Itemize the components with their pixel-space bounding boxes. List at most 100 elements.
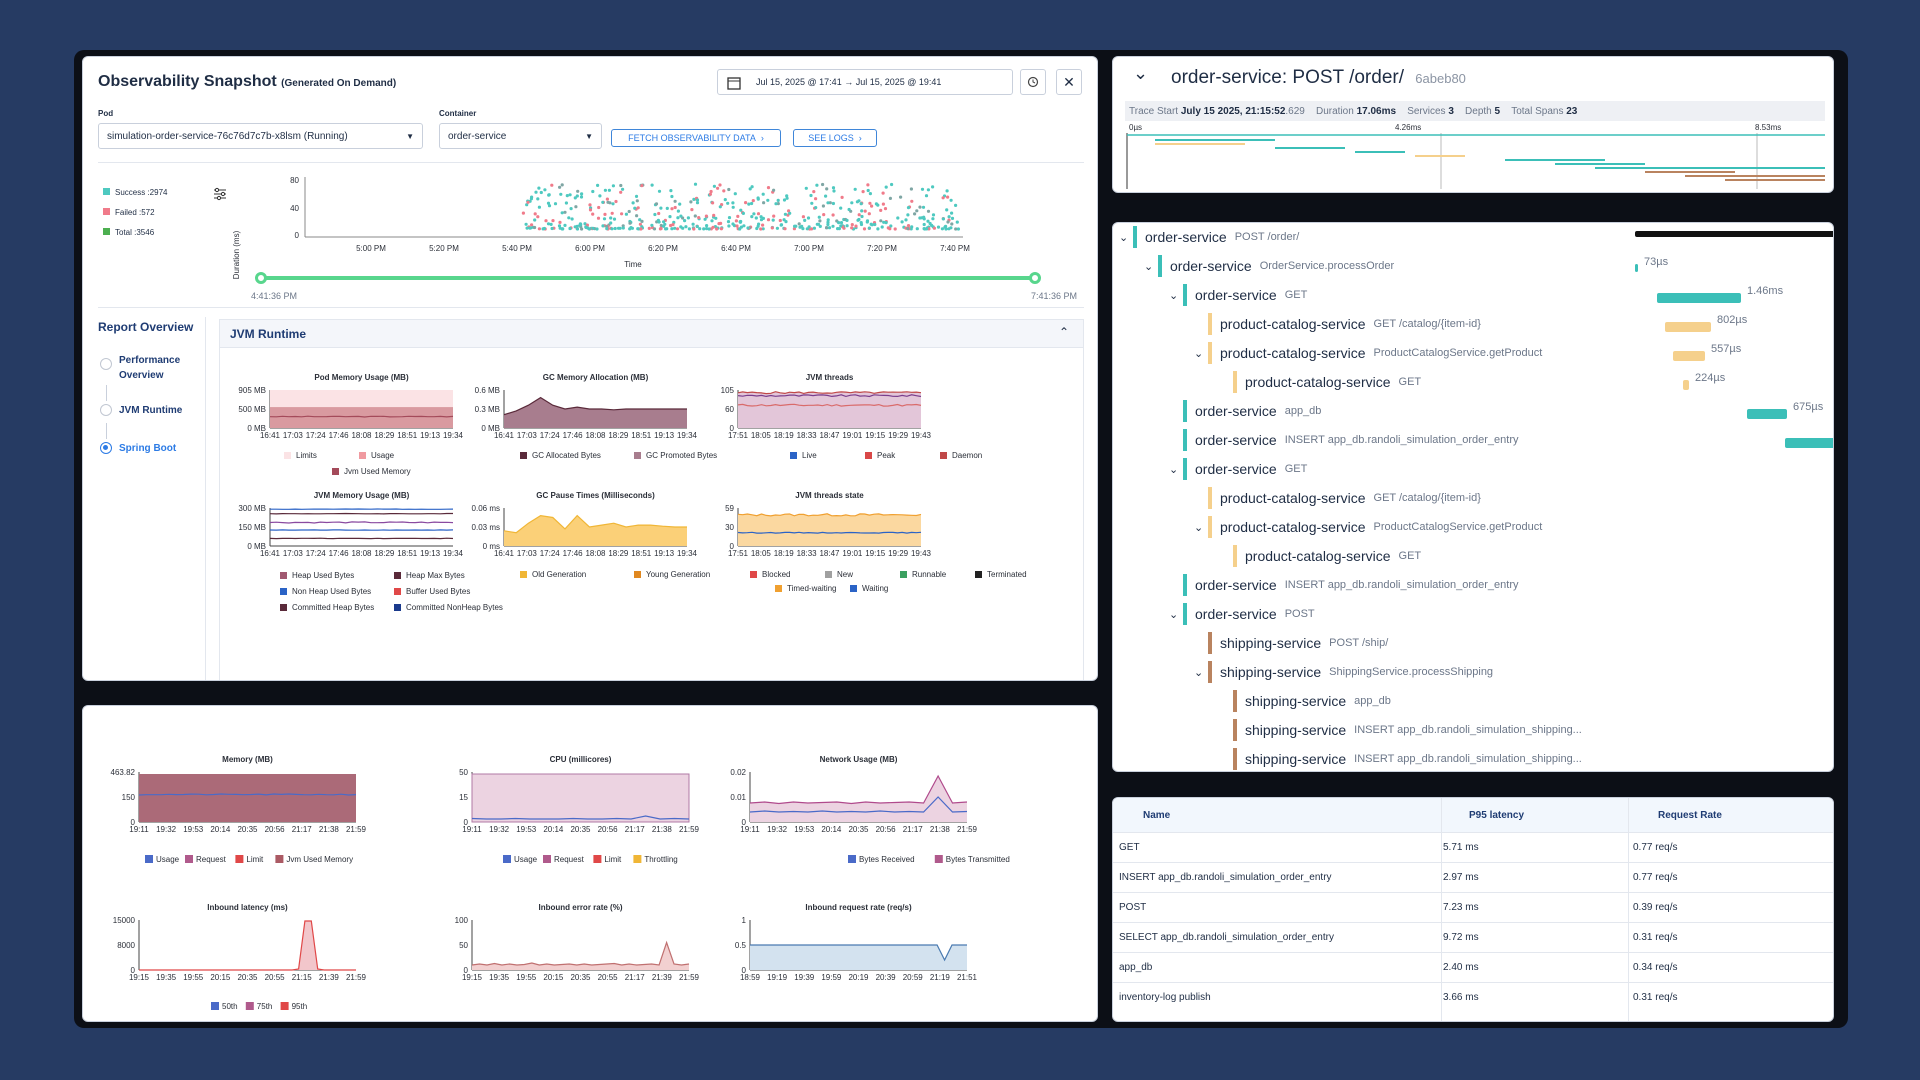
column-header-p95[interactable]: P95 latency [1469, 810, 1524, 821]
scatter-point [839, 224, 843, 228]
x-tick: 19:39 [794, 973, 815, 982]
table-row[interactable]: POST 7.23 ms 0.39 req/s [1113, 892, 1833, 922]
service-color-bar [1233, 371, 1237, 393]
span-duration-bar[interactable] [1673, 351, 1705, 361]
span-row[interactable]: shipping-service INSERT app_db.randoli_si… [1219, 718, 1582, 742]
span-row[interactable]: shipping-service app_db [1219, 689, 1391, 713]
scatter-point [816, 222, 821, 226]
table-row[interactable]: app_db 2.40 ms 0.34 req/s [1113, 952, 1833, 982]
scatter-point [910, 225, 914, 229]
span-row[interactable]: order-service app_db [1169, 399, 1321, 423]
jvm-runtime-header[interactable]: JVM Runtime ⌃ [220, 320, 1083, 348]
scatter-point [798, 225, 802, 229]
span-duration-bar[interactable] [1785, 438, 1833, 448]
history-button[interactable] [1020, 69, 1046, 95]
service-color-bar [1183, 603, 1187, 625]
column-header-name[interactable]: Name [1143, 810, 1170, 821]
scatter-point [619, 183, 623, 188]
legend-swatch [633, 855, 642, 863]
report-nav-label: JVM Runtime [119, 405, 183, 416]
span-row[interactable]: ⌄ product-catalog-service ProductCatalogSe… [1194, 341, 1542, 365]
x-tick: 21:19 [930, 973, 951, 982]
span-row[interactable]: ⌄ product-catalog-service ProductCatalogSe… [1194, 515, 1542, 539]
scatter-point [884, 221, 888, 225]
service-color-bar [1233, 719, 1237, 741]
span-row[interactable]: ⌄ shipping-service ShippingService.process… [1194, 660, 1493, 684]
legend-swatch [848, 855, 856, 863]
span-row[interactable]: ⌄ order-service GET [1169, 283, 1307, 307]
trace-minimap[interactable]: 0µs 4.26ms 8.53ms [1125, 121, 1825, 191]
span-row[interactable]: ⌄ order-service POST [1169, 602, 1315, 626]
column-header-rate[interactable]: Request Rate [1658, 810, 1722, 821]
span-row[interactable]: ⌄ order-service POST /order/ [1119, 225, 1299, 249]
legend-swatch [245, 1002, 254, 1010]
table-row[interactable]: SELECT app_db.randoli_simulation_order_e… [1113, 922, 1833, 952]
span-duration-bar[interactable] [1665, 322, 1711, 332]
scatter-point [683, 219, 687, 223]
filter-settings-icon[interactable] [213, 187, 227, 201]
scatter-point [718, 205, 722, 209]
span-row[interactable]: ⌄ order-service OrderService.processOrder [1144, 254, 1394, 278]
scatter-point [731, 205, 735, 209]
span-row[interactable]: product-catalog-service GET /catalog/{ite… [1194, 312, 1481, 336]
report-nav-jvm-runtime[interactable]: JVM Runtime [98, 403, 198, 423]
scatter-point [603, 188, 607, 192]
table-row[interactable]: inventory-log publish 3.66 ms 0.31 req/s [1113, 982, 1833, 1012]
chevron-down-icon[interactable]: ⌄ [1194, 347, 1208, 360]
x-tick: 20:14 [821, 825, 842, 834]
span-duration-bar[interactable] [1635, 231, 1833, 237]
x-tick: 20:56 [876, 825, 897, 834]
scatter-legend: Success :2974 Failed :572 Total :3546 [103, 183, 167, 243]
span-duration-bar[interactable] [1657, 293, 1741, 303]
chevron-down-icon[interactable]: ⌄ [1194, 521, 1208, 534]
span-row[interactable]: product-catalog-service GET [1219, 370, 1421, 394]
scatter-point [596, 183, 600, 187]
container-select[interactable]: order-service ▼ [439, 123, 602, 149]
span-duration-bar[interactable] [1683, 380, 1689, 390]
span-row[interactable]: product-catalog-service GET /catalog/{ite… [1194, 486, 1481, 510]
scatter-xtick: 7:00 PM [794, 244, 824, 253]
scatter-point [633, 206, 637, 210]
report-nav-spring-boot[interactable]: Spring Boot [98, 441, 198, 461]
fetch-data-button[interactable]: FETCH OBSERVABILITY DATA › [611, 129, 781, 147]
span-row[interactable]: order-service INSERT app_db.randoli_simul… [1169, 428, 1519, 452]
jvm-threads-chart: JVM threads10560017:51 18:05 18:19 18:33 18:… [721, 373, 932, 440]
chevron-down-icon[interactable]: ⌄ [1169, 608, 1183, 621]
legend-swatch [145, 855, 153, 863]
scatter-point [918, 205, 922, 209]
pod-select[interactable]: simulation-order-service-76c76d7c7b-x8ls… [98, 123, 423, 149]
span-row[interactable]: shipping-service POST /ship/ [1194, 631, 1388, 655]
see-logs-button[interactable]: SEE LOGS › [793, 129, 877, 147]
span-row[interactable]: order-service INSERT app_db.randoli_simul… [1169, 573, 1519, 597]
scatter-point [526, 200, 530, 204]
chevron-down-icon[interactable]: ⌄ [1169, 289, 1183, 302]
span-row[interactable]: ⌄ order-service GET [1169, 457, 1307, 481]
chevron-down-icon[interactable]: ⌄ [1144, 260, 1158, 273]
scatter-point [584, 225, 588, 230]
scatter-point [806, 216, 811, 220]
table-row[interactable]: INSERT app_db.randoli_simulation_order_e… [1113, 862, 1833, 892]
y-tick: 905 MB [238, 386, 266, 395]
span-row[interactable]: shipping-service INSERT app_db.randoli_si… [1219, 747, 1582, 771]
report-nav-performance[interactable]: Performance Overview [98, 353, 198, 387]
span-duration-bar[interactable] [1747, 409, 1787, 419]
slider-handle-end[interactable] [1029, 272, 1041, 284]
span-duration-bar[interactable] [1635, 264, 1638, 272]
time-range-slider[interactable] [260, 276, 1035, 280]
scatter-point [610, 211, 614, 215]
date-range-picker[interactable]: Jul 15, 2025 @ 17:41 → Jul 15, 2025 @ 19… [717, 69, 1013, 95]
scatter-point [814, 206, 818, 210]
chevron-down-icon[interactable]: ⌄ [1119, 231, 1133, 244]
x-tick: 20:35 [570, 825, 591, 834]
close-button[interactable]: ✕ [1056, 69, 1082, 95]
slider-handle-start[interactable] [255, 272, 267, 284]
scatter-point [756, 196, 760, 200]
chevron-down-icon[interactable]: ⌄ [1169, 463, 1183, 476]
x-tick: 19:35 [156, 973, 177, 982]
x-tick: 19:15 [865, 549, 886, 558]
span-row[interactable]: product-catalog-service GET [1219, 544, 1421, 568]
collapse-chevron-icon[interactable]: ⌄ [1133, 63, 1148, 84]
table-row[interactable]: GET 5.71 ms 0.77 req/s [1113, 832, 1833, 862]
chevron-down-icon[interactable]: ⌄ [1194, 666, 1208, 679]
scatter-point [803, 218, 807, 222]
